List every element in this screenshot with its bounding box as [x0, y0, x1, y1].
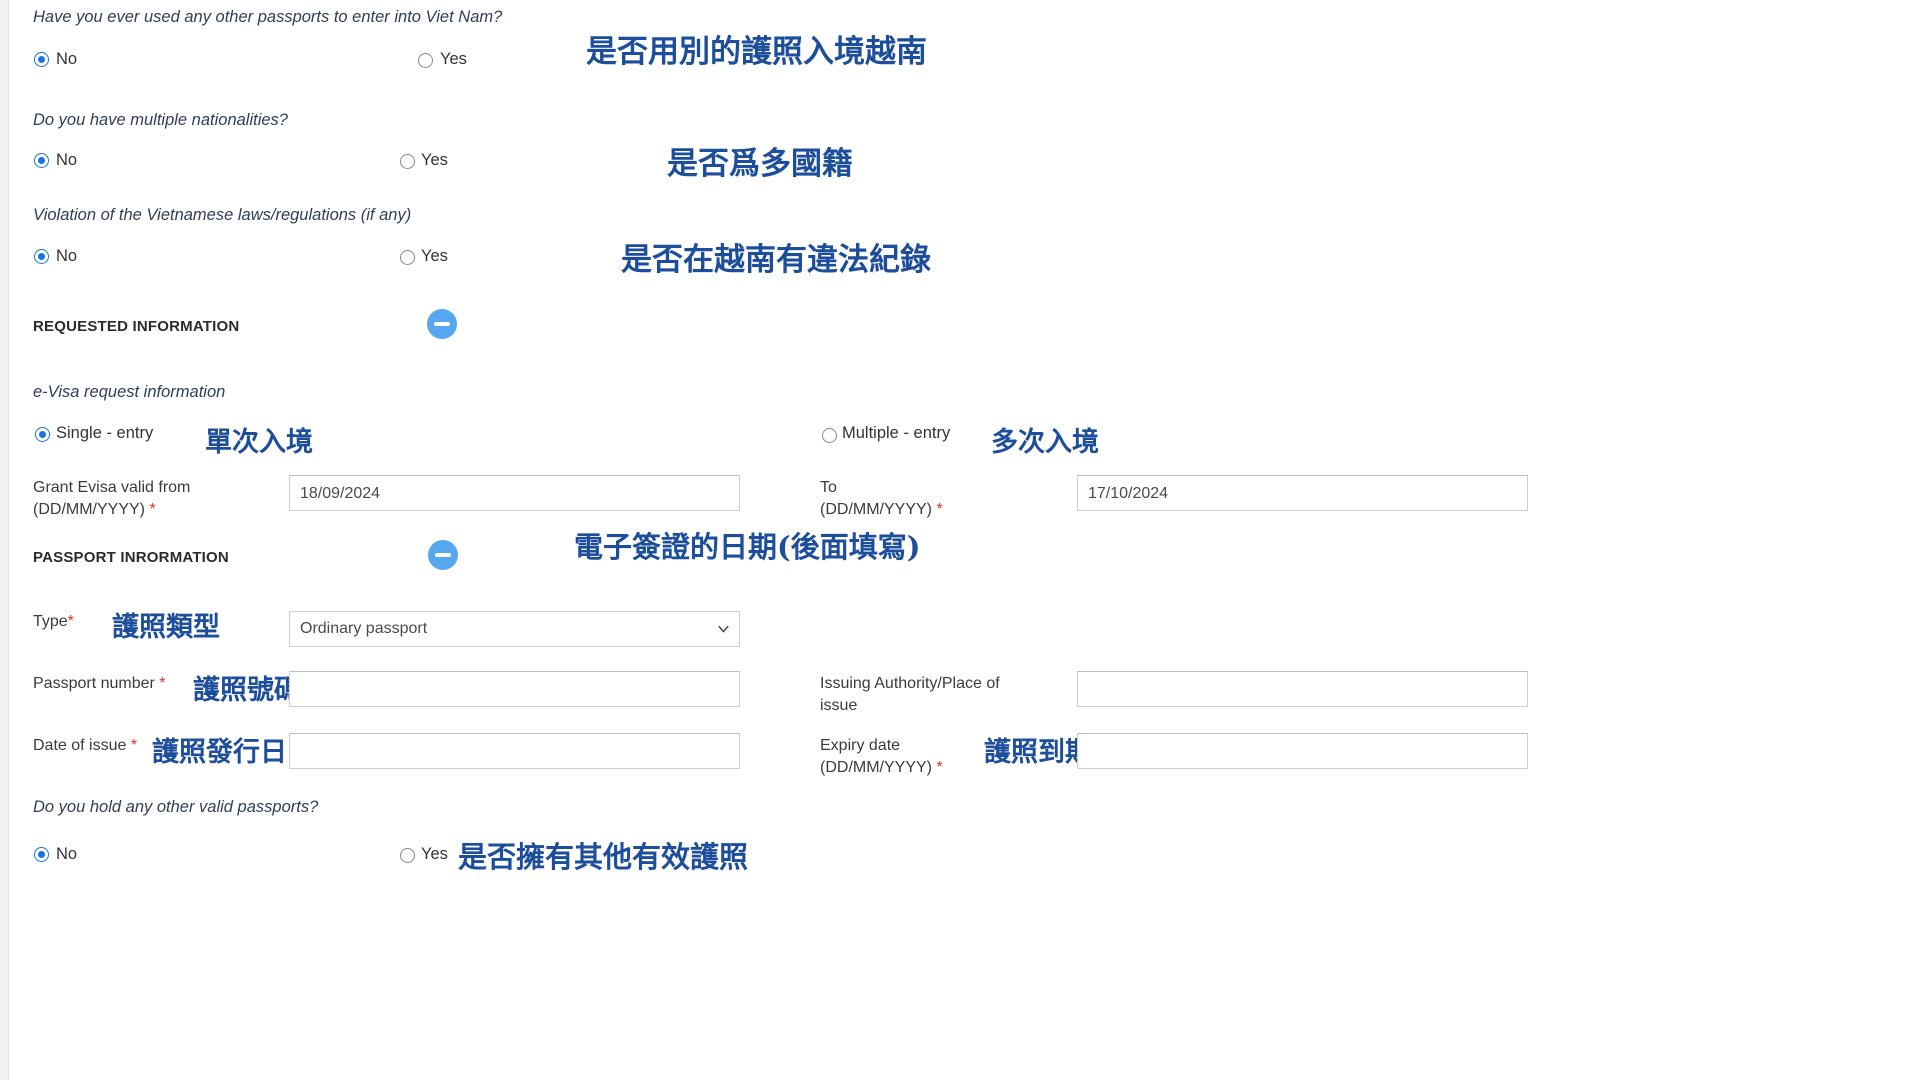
left-gutter: [0, 0, 9, 1080]
annotation-multiple-nationalities: 是否爲多國籍: [667, 146, 853, 182]
radio-multiple-entry[interactable]: [822, 428, 837, 443]
radio-other-valid-passports-no[interactable]: [34, 847, 49, 862]
question-label-multiple-nationalities: Do you have multiple nationalities?: [33, 111, 288, 129]
field-label-expiry-date-line2: (DD/MM/YYYY): [820, 759, 932, 776]
radio-label-other-valid-passports-no: No: [56, 845, 78, 863]
input-grant-evisa-valid-from[interactable]: 18/09/2024: [289, 475, 740, 511]
radio-label-other-valid-passports-yes: Yes: [421, 845, 448, 863]
annotation-single-entry: 單次入境: [205, 427, 313, 458]
radio-label-multiple-nationalities-no: No: [56, 151, 78, 169]
annotation-multiple-entry: 多次入境: [991, 427, 1099, 458]
field-label-date-of-issue: Date of issue *: [33, 735, 137, 757]
field-label-expiry-date-line1: Expiry date: [820, 737, 901, 754]
annotation-law-violation: 是否在越南有違法紀錄: [621, 242, 931, 278]
field-label-grant-evisa-valid-to-line1: To: [820, 479, 837, 496]
radio-label-law-violation-yes: Yes: [421, 247, 448, 265]
field-label-grant-evisa-valid-from-line2: (DD/MM/YYYY): [33, 501, 145, 518]
input-expiry-date[interactable]: [1077, 733, 1528, 769]
required-asterisk-valid-from: *: [149, 501, 156, 518]
collapse-minus-icon-requested-information[interactable]: [427, 309, 457, 339]
radio-label-other-passports-no: No: [56, 50, 78, 68]
required-asterisk-expiry-date: *: [936, 759, 943, 776]
required-asterisk-date-of-issue: *: [130, 737, 138, 754]
annotation-passport-type: 護照類型: [112, 612, 220, 643]
question-label-other-passports: Have you ever used any other passports t…: [33, 8, 503, 26]
radio-law-violation-yes[interactable]: [400, 250, 415, 265]
collapse-minus-icon-passport-information[interactable]: [428, 540, 458, 570]
field-label-passport-number-text: Passport number: [33, 675, 155, 692]
radio-single-entry[interactable]: [35, 427, 50, 442]
radio-label-law-violation-no: No: [56, 247, 78, 265]
required-asterisk-passport-number: *: [159, 675, 166, 692]
select-passport-type-value: Ordinary passport: [300, 620, 428, 637]
field-label-passport-type-text: Type: [33, 613, 68, 630]
field-label-passport-number: Passport number *: [33, 673, 166, 695]
annotation-passport-number: 護照號碼: [193, 675, 301, 706]
annotation-evisa-dates: 電子簽證的日期(後面填寫): [574, 530, 921, 564]
radio-multiple-nationalities-yes[interactable]: [400, 154, 415, 169]
field-label-date-of-issue-text: Date of issue: [33, 737, 127, 754]
radio-label-single-entry: Single - entry: [56, 424, 154, 442]
right-empty-area: [1540, 0, 1920, 1080]
subsection-label-evisa-request-information: e-Visa request information: [33, 383, 226, 401]
radio-law-violation-no[interactable]: [34, 249, 49, 264]
field-label-grant-evisa-valid-to: To (DD/MM/YYYY) *: [820, 477, 1070, 521]
section-heading-requested-information: REQUESTED INFORMATION: [33, 318, 240, 335]
question-label-other-valid-passports: Do you hold any other valid passports?: [33, 798, 319, 816]
radio-label-other-passports-yes: Yes: [440, 50, 467, 68]
radio-other-valid-passports-yes[interactable]: [400, 848, 415, 863]
input-grant-evisa-valid-to[interactable]: 17/10/2024: [1077, 475, 1528, 511]
annotation-date-of-issue: 護照發行日: [152, 737, 287, 768]
field-label-grant-evisa-valid-from-line1: Grant Evisa valid from: [33, 479, 191, 496]
annotation-other-valid-passports: 是否擁有其他有效護照: [458, 840, 749, 874]
input-date-of-issue[interactable]: [289, 733, 740, 769]
radio-label-multiple-entry: Multiple - entry: [842, 424, 951, 442]
field-label-issuing-authority-line1: Issuing Authority/Place of: [820, 675, 1000, 692]
evisa-application-form-page: Have you ever used any other passports t…: [0, 0, 1920, 1080]
field-label-issuing-authority: Issuing Authority/Place of issue: [820, 673, 1070, 717]
annotation-other-passports: 是否用別的護照入境越南: [586, 34, 927, 70]
radio-other-passports-no[interactable]: [34, 52, 49, 67]
field-label-grant-evisa-valid-to-line2: (DD/MM/YYYY): [820, 501, 932, 518]
question-label-law-violation: Violation of the Vietnamese laws/regulat…: [33, 206, 412, 224]
required-asterisk-passport-type: *: [67, 613, 74, 630]
select-passport-type[interactable]: Ordinary passport: [289, 611, 740, 647]
field-label-grant-evisa-valid-from: Grant Evisa valid from (DD/MM/YYYY) *: [33, 477, 283, 521]
input-passport-number[interactable]: [289, 671, 740, 707]
radio-other-passports-yes[interactable]: [418, 53, 433, 68]
field-label-passport-type: Type*: [33, 611, 74, 633]
section-heading-passport-information: PASSPORT INRORMATION: [33, 549, 229, 566]
required-asterisk-valid-to: *: [936, 501, 943, 518]
radio-multiple-nationalities-no[interactable]: [34, 153, 49, 168]
radio-label-multiple-nationalities-yes: Yes: [421, 151, 448, 169]
input-issuing-authority[interactable]: [1077, 671, 1528, 707]
field-label-issuing-authority-line2: issue: [820, 697, 858, 714]
chevron-down-icon: [718, 625, 729, 634]
